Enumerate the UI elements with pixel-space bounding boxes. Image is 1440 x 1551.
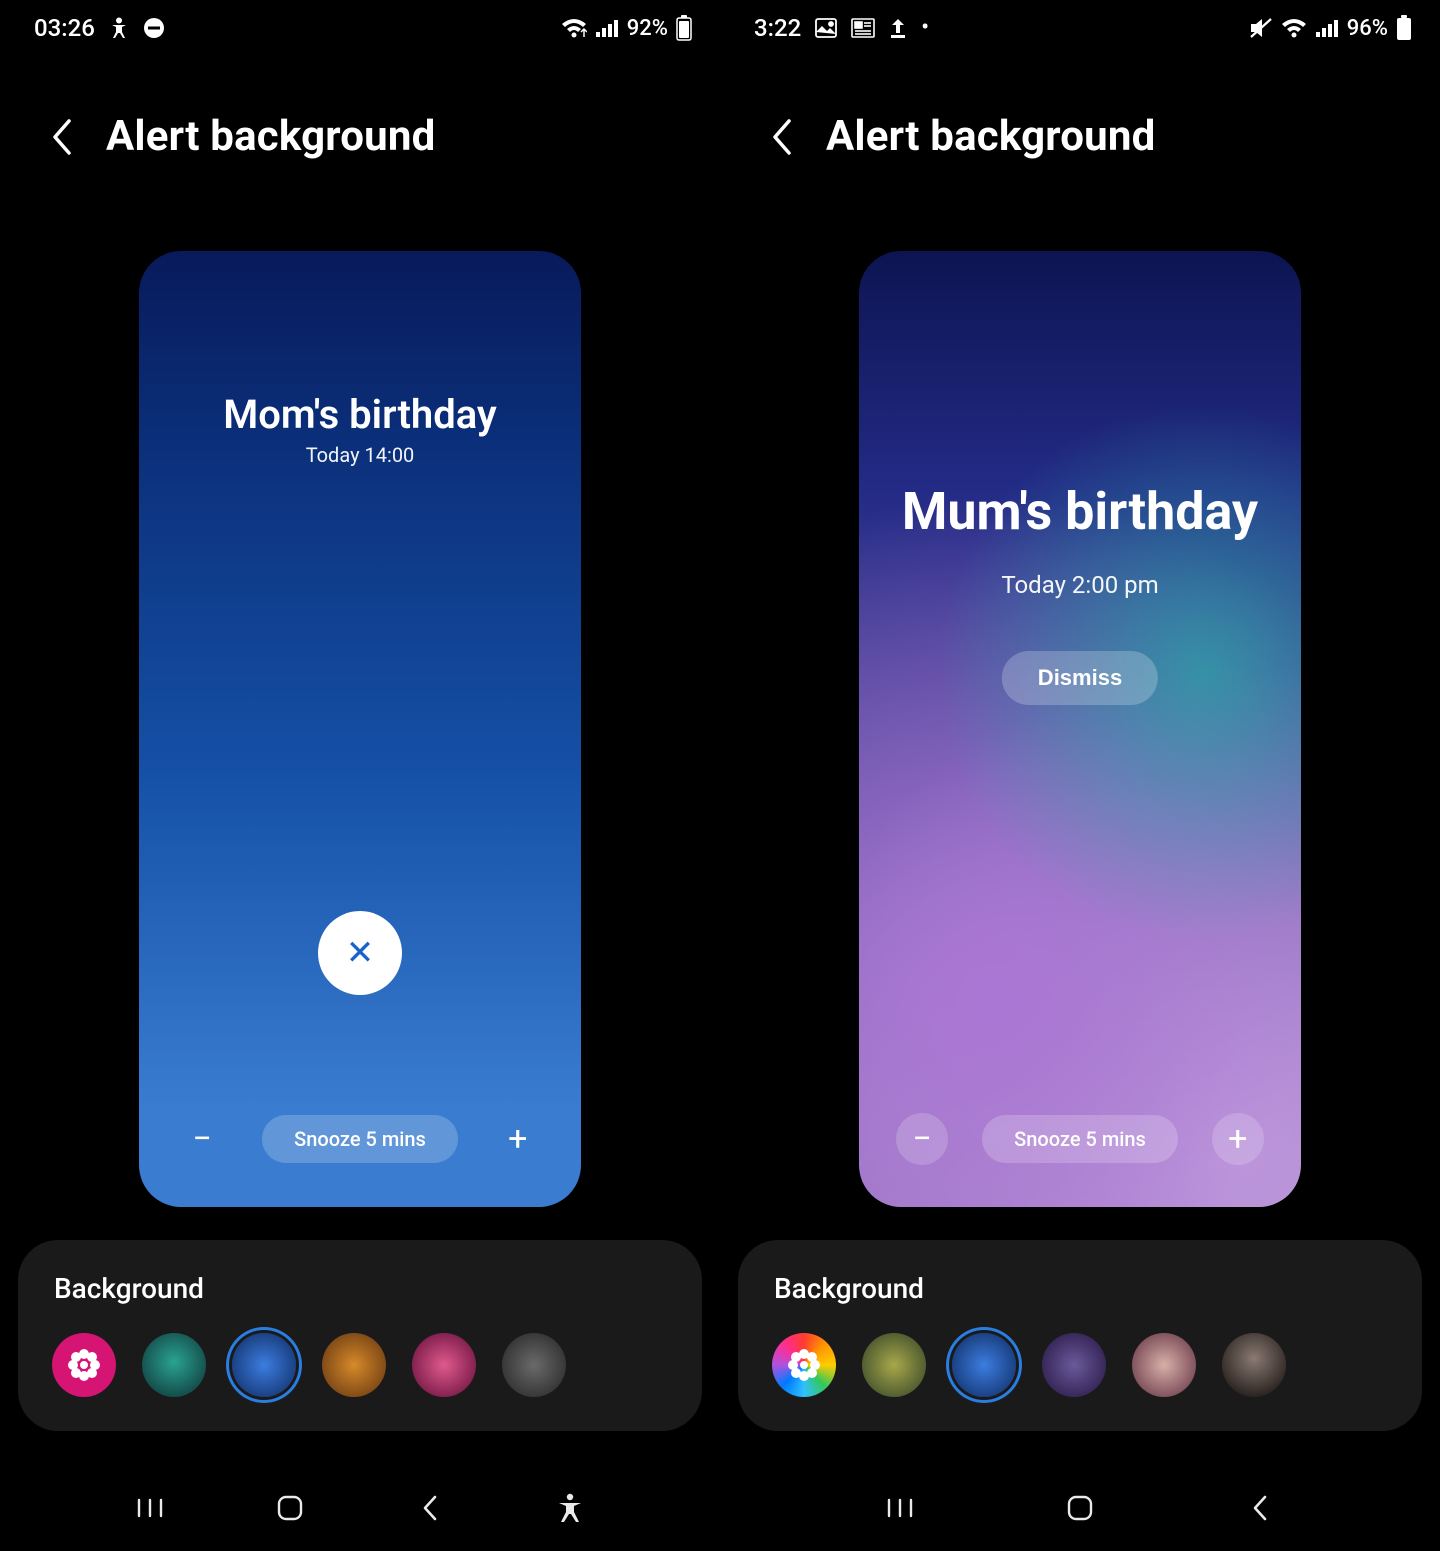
status-bar: 3:22 • (720, 0, 1440, 56)
nav-home[interactable] (260, 1483, 320, 1533)
wifi-icon (1281, 18, 1307, 38)
page-title: Alert background (826, 112, 1155, 161)
dismiss-x-button[interactable]: ✕ (318, 911, 402, 995)
snooze-decrease-button[interactable]: − (896, 1113, 948, 1165)
battery-percent: 92% (627, 16, 668, 41)
newspaper-icon (851, 18, 875, 38)
alert-title: Mum's birthday (859, 481, 1301, 542)
signal-icon (595, 18, 619, 38)
alert-subtitle: Today 2:00 pm (859, 571, 1301, 599)
swatch-violet[interactable] (1042, 1333, 1106, 1397)
status-time: 3:22 (754, 14, 801, 42)
upload-icon (889, 17, 907, 39)
alert-preview: Mum's birthday Today 2:00 pm Dismiss − S… (859, 251, 1301, 1207)
background-panel-title: Background (54, 1272, 672, 1305)
swatch-peach[interactable] (1132, 1333, 1196, 1397)
swatch-orange[interactable] (322, 1333, 386, 1397)
nav-bar (0, 1483, 720, 1533)
nav-recents[interactable] (120, 1483, 180, 1533)
alert-subtitle: Today 14:00 (139, 443, 581, 467)
background-panel: Background (18, 1240, 702, 1431)
dnd-icon (143, 17, 165, 39)
swatch-pink[interactable] (412, 1333, 476, 1397)
swatch-blue[interactable] (952, 1333, 1016, 1397)
status-time: 03:26 (34, 14, 95, 42)
swatch-teal[interactable] (142, 1333, 206, 1397)
snooze-increase-button[interactable]: + (492, 1113, 544, 1165)
swatch-row (48, 1333, 672, 1397)
swatch-blue[interactable] (232, 1333, 296, 1397)
swatch-grey[interactable] (502, 1333, 566, 1397)
close-icon: ✕ (346, 933, 375, 973)
background-panel-title: Background (774, 1272, 1392, 1305)
snooze-button[interactable]: Snooze 5 mins (982, 1115, 1178, 1163)
image-icon (815, 18, 837, 38)
more-icon: • (921, 17, 929, 39)
mute-icon (1249, 17, 1273, 39)
nav-back[interactable] (1230, 1483, 1290, 1533)
battery-percent: 96% (1347, 16, 1388, 41)
snooze-decrease-button[interactable]: − (176, 1113, 228, 1165)
nav-back[interactable] (400, 1483, 460, 1533)
battery-icon (676, 15, 692, 41)
swatch-olive[interactable] (862, 1333, 926, 1397)
signal-icon (1315, 18, 1339, 38)
back-button[interactable] (766, 121, 798, 153)
alert-title: Mom's birthday (139, 391, 581, 438)
battery-icon (1396, 15, 1412, 41)
swatch-gallery[interactable] (52, 1333, 116, 1397)
accessibility-icon (109, 17, 129, 39)
dismiss-button[interactable]: Dismiss (1002, 651, 1158, 705)
snooze-increase-button[interactable]: + (1212, 1113, 1264, 1165)
status-bar: 03:26 92% (0, 0, 720, 56)
nav-home[interactable] (1050, 1483, 1110, 1533)
flower-icon (67, 1348, 101, 1382)
nav-bar (720, 1483, 1440, 1533)
alert-preview: Mom's birthday Today 14:00 ✕ − Snooze 5 … (139, 251, 581, 1207)
nav-accessibility[interactable] (540, 1483, 600, 1533)
page-title: Alert background (106, 112, 435, 161)
nav-recents[interactable] (870, 1483, 930, 1533)
snooze-button[interactable]: Snooze 5 mins (262, 1115, 458, 1163)
back-button[interactable] (46, 121, 78, 153)
swatch-taupe[interactable] (1222, 1333, 1286, 1397)
background-panel: Background (738, 1240, 1422, 1431)
swatch-row (768, 1333, 1392, 1397)
flower-icon (787, 1348, 821, 1382)
wifi-icon (561, 18, 587, 38)
swatch-gallery[interactable] (772, 1333, 836, 1397)
